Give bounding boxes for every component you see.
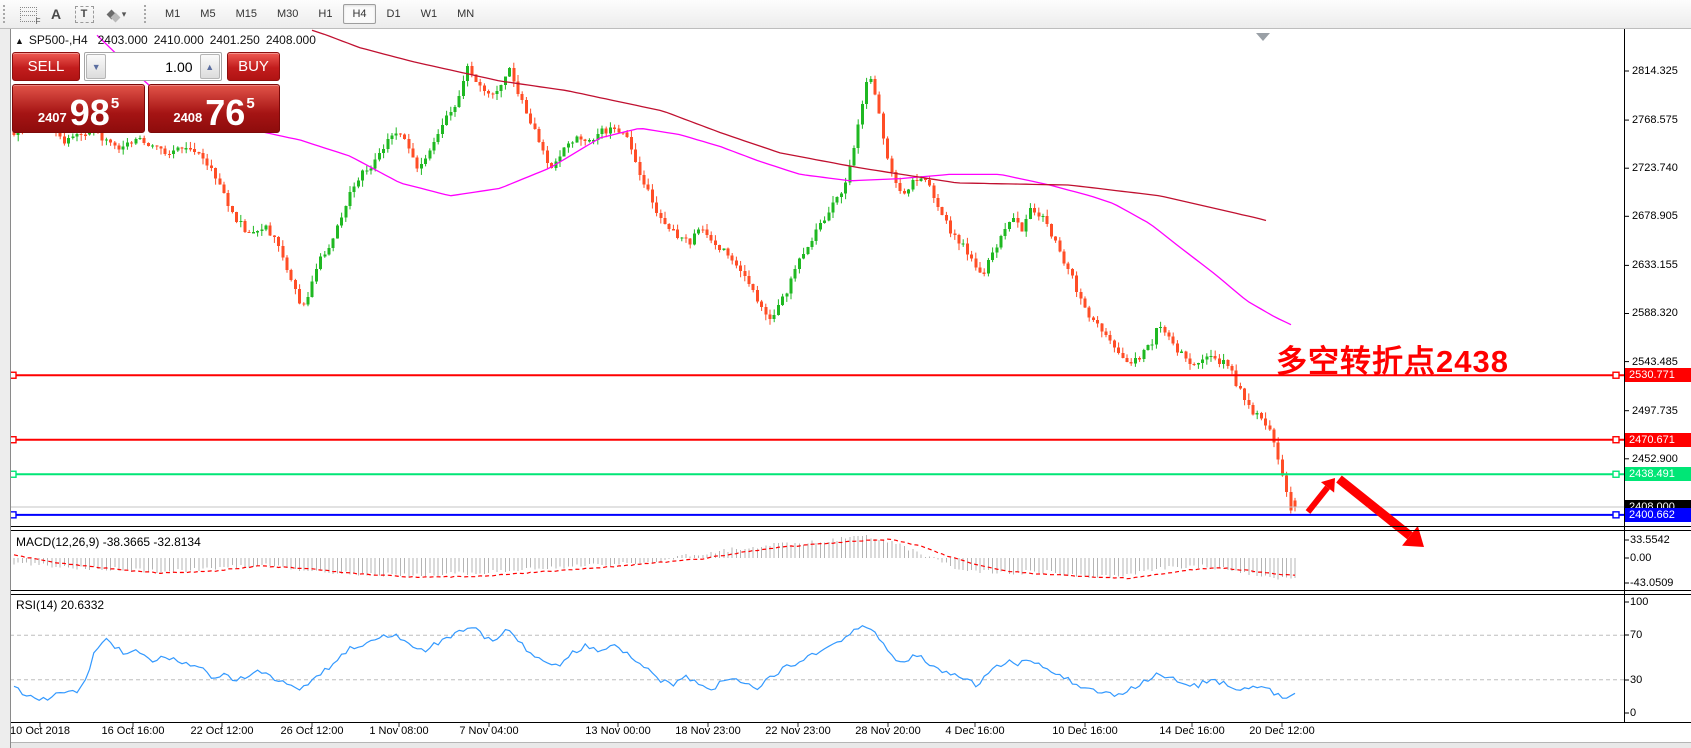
shapes-icon[interactable]: ▾ [99,2,135,26]
volume-decrease-button[interactable]: ▼ [86,54,106,79]
price-tick-label: 2543.485 [1632,356,1678,368]
dropdown-caret-icon: ▾ [122,9,127,20]
chart-header: ▲ SP500-,H4 2403.000 2410.000 2401.250 2408.0… [15,33,322,47]
time-tick-label: 13 Nov 00:00 [585,725,650,737]
rsi-scale-label: 70 [1630,629,1642,641]
volume-increase-button[interactable]: ▲ [200,54,220,79]
time-tick-label: 10 Dec 16:00 [1052,725,1117,737]
time-tick-label: 22 Nov 23:00 [765,725,830,737]
tf-button-d1[interactable]: D1 [378,4,410,24]
buy-price-box[interactable]: 2408 76 5 [148,84,280,133]
level-price-badge: 2530.771 [1625,368,1691,382]
tf-button-h4[interactable]: H4 [343,4,375,24]
volume-input[interactable]: 1.00 [107,53,198,80]
price-tick-label: 2497.735 [1632,405,1678,417]
buy-button[interactable]: BUY [227,52,280,81]
level-price-badge: 2470.671 [1625,433,1691,447]
price-tick-label: 2814.325 [1632,65,1678,77]
time-tick-label: 1 Nov 08:00 [369,725,428,737]
time-tick-label: 7 Nov 04:00 [459,725,518,737]
tf-button-h1[interactable]: H1 [309,4,341,24]
tf-button-m15[interactable]: M15 [227,4,266,24]
rsi-scale-label: 100 [1630,596,1648,608]
time-tick-label: 16 Oct 16:00 [102,725,165,737]
price-tick-label: 2678.905 [1632,210,1678,222]
trading-app-window: F A T ▾ M1M5M15M30H1H4D1W1MN ▲ SP500-,H4 2… [0,0,1691,748]
rsi-scale-label: 30 [1630,674,1642,686]
data-window-icon[interactable]: F [15,2,41,26]
tf-button-m1[interactable]: M1 [156,4,189,24]
low-value: 2401.250 [210,33,260,47]
down-arrow-icon: ▼ [92,62,101,72]
time-tick-label: 26 Oct 12:00 [281,725,344,737]
tf-button-m30[interactable]: M30 [268,4,307,24]
price-tick-label: 2452.900 [1632,453,1678,465]
tf-button-mn[interactable]: MN [448,4,483,24]
time-tick-label: 28 Nov 20:00 [855,725,920,737]
rsi-scale-label: 0 [1630,707,1636,719]
grid-icon: F [20,7,37,22]
one-click-trading-panel: SELL ▼ 1.00 ▲ BUY 2407 98 5 2408 76 5 [12,52,278,129]
toolbar-grip[interactable] [3,5,11,23]
time-tick-label: 18 Nov 23:00 [675,725,740,737]
price-tick-label: 2588.320 [1632,307,1678,319]
close-value: 2408.000 [266,33,316,47]
sell-price-box[interactable]: 2407 98 5 [12,84,145,133]
window-left-strip [0,28,11,748]
price-tick-label: 2768.575 [1632,114,1678,126]
collapse-arrow-icon[interactable]: ▲ [15,36,24,46]
text-label-icon[interactable]: T [71,2,97,26]
volume-spinner: ▼ 1.00 ▲ [84,52,222,81]
open-value: 2403.000 [98,33,148,47]
tf-button-w1[interactable]: W1 [412,4,447,24]
macd-scale-label: 0.00 [1630,552,1651,564]
up-arrow-icon: ▲ [205,62,214,72]
level-price-badge: 2400.662 [1625,508,1691,522]
toolbar-grip[interactable] [144,5,152,23]
tf-button-m5[interactable]: M5 [191,4,224,24]
annotation-text[interactable]: 多空转折点2438 [1276,336,1509,381]
toolbar: F A T ▾ M1M5M15M30H1H4D1W1MN [0,0,1691,29]
symbol-label: SP500-,H4 [29,33,88,47]
time-tick-label: 10 Oct 2018 [10,725,70,737]
insert-text-icon[interactable]: A [43,2,69,26]
price-tick-label: 2633.155 [1632,259,1678,271]
macd-label: MACD(12,26,9) -38.3665 -32.8134 [16,535,201,549]
high-value: 2410.000 [154,33,204,47]
rsi-label: RSI(14) 20.6332 [16,598,104,612]
sell-button[interactable]: SELL [12,52,80,81]
time-tick-label: 22 Oct 12:00 [191,725,254,737]
timeframe-group: M1M5M15M30H1H4D1W1MN [155,4,484,24]
price-tick-label: 2723.740 [1632,162,1678,174]
time-tick-label: 4 Dec 16:00 [945,725,1004,737]
time-tick-label: 14 Dec 16:00 [1159,725,1224,737]
macd-scale-label: 33.5542 [1630,534,1670,546]
level-price-badge: 2438.491 [1625,467,1691,481]
time-tick-label: 20 Dec 12:00 [1249,725,1314,737]
macd-scale-label: -43.0509 [1630,577,1673,589]
